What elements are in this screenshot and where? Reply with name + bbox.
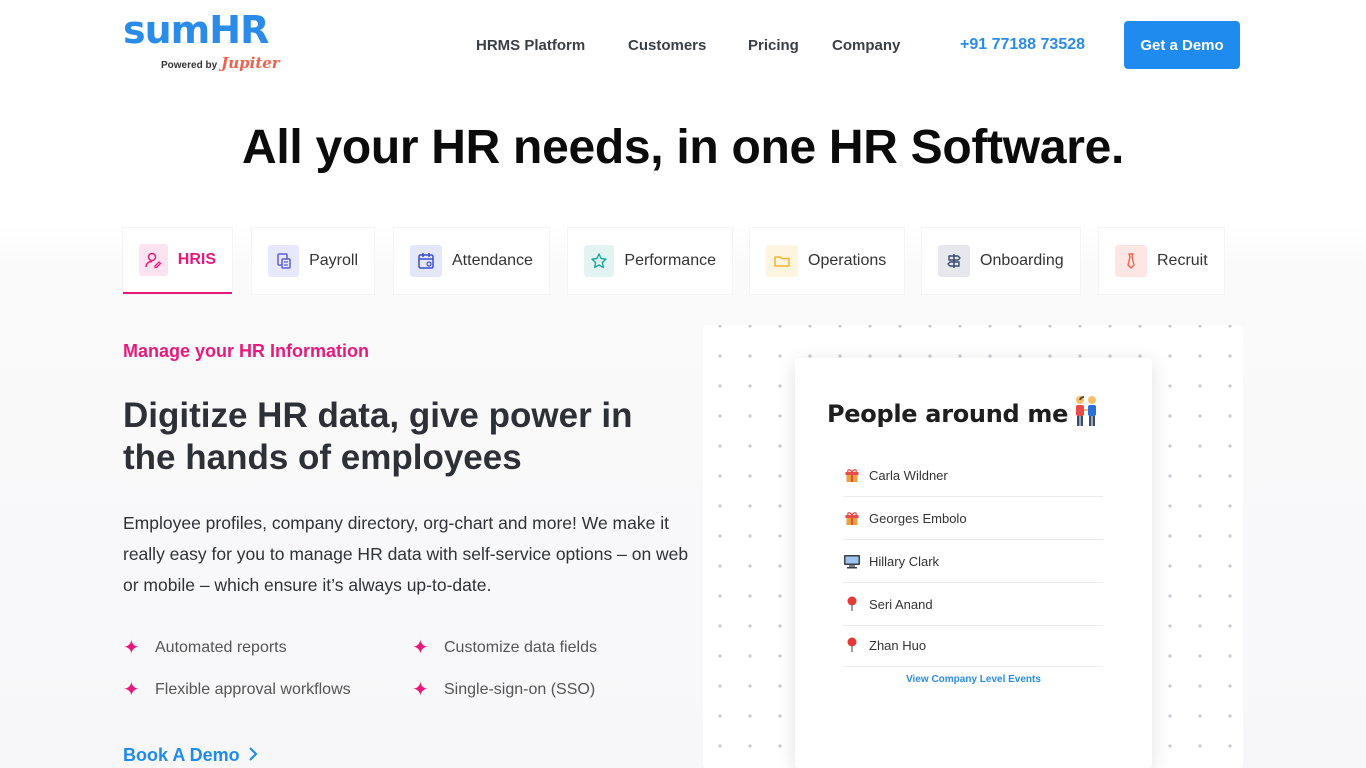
gift-icon — [843, 466, 861, 484]
tab-operations[interactable]: Operations — [750, 228, 904, 294]
gift-icon — [843, 509, 861, 527]
tab-hris[interactable]: HRIS — [123, 228, 232, 294]
tab-label: Recruit — [1157, 252, 1208, 269]
folder-icon — [766, 245, 798, 277]
nav-hrms-platform[interactable]: HRMS Platform — [476, 37, 585, 54]
feature-label: Flexible approval workflows — [155, 681, 351, 698]
sparkle-icon: ✦ — [123, 637, 140, 659]
person-row[interactable]: Carla Wildner — [843, 454, 1103, 497]
people-holding-hands-icon — [1071, 394, 1101, 428]
sparkle-icon: ✦ — [412, 637, 429, 659]
tab-label: Operations — [808, 252, 887, 269]
tab-payroll[interactable]: Payroll — [252, 228, 374, 294]
tab-recruit[interactable]: Recruit — [1099, 228, 1224, 294]
person-name: Carla Wildner — [869, 467, 948, 483]
logo-partner: Jupiter — [221, 54, 280, 72]
feature-label: Automated reports — [155, 639, 287, 656]
tab-label: HRIS — [177, 251, 216, 268]
tab-label: Attendance — [452, 252, 533, 269]
section-eyebrow: Manage your HR Information — [123, 341, 370, 361]
card-title: People around me — [827, 400, 1069, 428]
get-demo-button[interactable]: Get a Demo — [1124, 21, 1240, 69]
chevron-right-icon — [248, 745, 258, 766]
person-name: Zhan Huo — [869, 637, 927, 653]
book-demo-label: Book A Demo — [123, 745, 240, 765]
nav-customers[interactable]: Customers — [628, 37, 706, 54]
phone-link[interactable]: +91 77188 73528 — [960, 36, 1085, 54]
calendar-icon — [410, 245, 442, 277]
person-row[interactable]: Zhan Huo — [843, 624, 1103, 667]
pin-icon — [843, 595, 861, 613]
pin-icon — [843, 636, 861, 654]
hero-title: All your HR needs, in one HR Software. — [241, 121, 1125, 174]
computer-icon — [843, 552, 861, 570]
feature-item: ✦ Single-sign-on (SSO) — [412, 679, 596, 701]
feature-item: ✦ Automated reports — [123, 637, 287, 659]
tab-label: Onboarding — [980, 252, 1064, 269]
logo-brand: sumHR — [123, 8, 269, 52]
book-demo-link[interactable]: Book A Demo — [123, 745, 258, 766]
star-icon — [584, 245, 615, 277]
logo-tagline: Powered by Jupiter — [161, 54, 280, 73]
tie-icon — [1115, 245, 1147, 277]
person-name: Hillary Clark — [869, 553, 940, 569]
feature-label: Customize data fields — [444, 639, 597, 656]
tab-onboarding[interactable]: Onboarding — [922, 228, 1080, 294]
payroll-icon — [268, 245, 300, 277]
logo-powered-by: Powered by — [161, 60, 218, 71]
sumhr-logo[interactable]: sumHR Powered by Jupiter — [123, 10, 283, 74]
sparkle-icon: ✦ — [412, 679, 429, 701]
people-around-me-card: People around me Carla Wildner Georges E… — [795, 358, 1152, 768]
sparkle-icon: ✦ — [123, 679, 140, 701]
section-description: Employee profiles, company directory, or… — [123, 513, 689, 595]
person-row[interactable]: Hillary Clark — [843, 540, 1103, 583]
feature-label: Single-sign-on (SSO) — [444, 681, 596, 698]
nav-pricing[interactable]: Pricing — [748, 37, 799, 54]
tab-performance[interactable]: Performance — [568, 228, 732, 294]
tab-label: Payroll — [309, 252, 358, 269]
section-heading: Digitize HR data, give power in the hand… — [123, 396, 633, 477]
person-row[interactable]: Seri Anand — [843, 583, 1103, 626]
user-edit-icon — [139, 244, 168, 276]
feature-item: ✦ Flexible approval workflows — [123, 679, 351, 701]
site-header: sumHR Powered by Jupiter HRMS Platform Cu… — [0, 0, 1366, 90]
feature-item: ✦ Customize data fields — [412, 637, 597, 659]
person-name: Seri Anand — [869, 596, 933, 612]
nav-company[interactable]: Company — [832, 37, 900, 54]
person-row[interactable]: Georges Embolo — [843, 497, 1103, 540]
tab-label: Performance — [624, 252, 716, 269]
tab-attendance[interactable]: Attendance — [394, 228, 549, 294]
signpost-icon — [938, 245, 970, 277]
view-company-events-link[interactable]: View Company Level Events — [795, 674, 1152, 685]
person-name: Georges Embolo — [869, 510, 967, 526]
